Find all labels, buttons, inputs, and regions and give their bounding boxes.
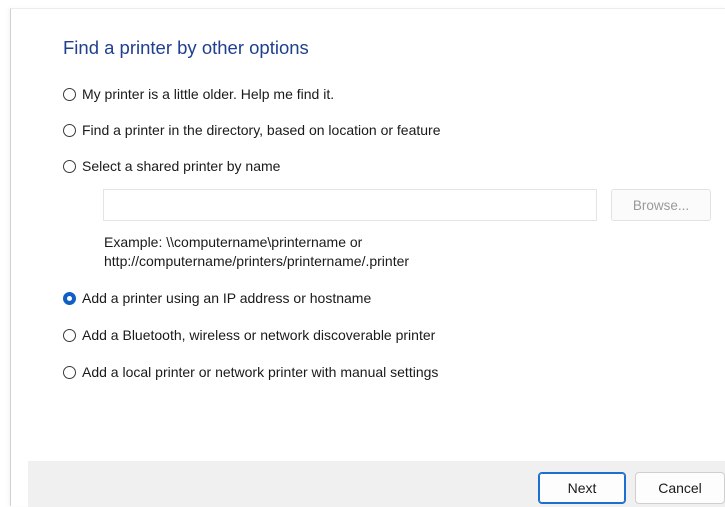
- radio-older-printer[interactable]: [63, 87, 76, 101]
- option-shared-printer-by-name[interactable]: Select a shared printer by name: [63, 158, 280, 174]
- radio-shared-printer-by-name[interactable]: [63, 159, 76, 173]
- option-older-printer[interactable]: My printer is a little older. Help me fi…: [63, 86, 334, 102]
- option-directory-search-label: Find a printer in the directory, based o…: [82, 122, 441, 138]
- option-ip-address-hostname[interactable]: Add a printer using an IP address or hos…: [63, 290, 371, 306]
- page-title: Find a printer by other options: [63, 37, 309, 58]
- add-printer-dialog: Find a printer by other options My print…: [10, 8, 725, 507]
- radio-bluetooth-wireless[interactable]: [63, 328, 76, 342]
- next-button[interactable]: Next: [538, 472, 626, 504]
- option-bluetooth-wireless-label: Add a Bluetooth, wireless or network dis…: [82, 327, 436, 343]
- shared-printer-name-input[interactable]: [103, 189, 597, 221]
- option-local-manual-label: Add a local printer or network printer w…: [82, 364, 439, 380]
- radio-local-manual[interactable]: [63, 365, 76, 379]
- radio-directory-search[interactable]: [63, 123, 76, 137]
- browse-button[interactable]: Browse...: [611, 189, 711, 221]
- option-older-printer-label: My printer is a little older. Help me fi…: [82, 86, 335, 102]
- example-text: Example: \\computername\printername or h…: [104, 233, 409, 271]
- example-line-1: Example: \\computername\printername or: [104, 234, 363, 250]
- example-line-2: http://computername/printers/printername…: [104, 253, 410, 269]
- option-local-manual[interactable]: Add a local printer or network printer w…: [63, 364, 438, 380]
- option-shared-printer-by-name-label: Select a shared printer by name: [82, 158, 281, 174]
- option-bluetooth-wireless[interactable]: Add a Bluetooth, wireless or network dis…: [63, 327, 435, 343]
- cancel-button[interactable]: Cancel: [635, 472, 725, 504]
- option-directory-search[interactable]: Find a printer in the directory, based o…: [63, 122, 441, 138]
- radio-ip-address-hostname[interactable]: [63, 291, 76, 305]
- option-ip-address-hostname-label: Add a printer using an IP address or hos…: [82, 290, 372, 306]
